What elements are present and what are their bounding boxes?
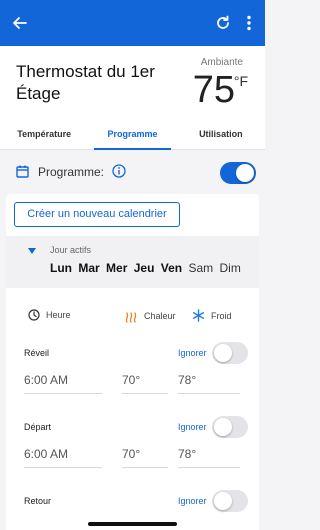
cool-setpoint-field[interactable]: 78° [178,372,240,394]
schedule-card: Créer un nouveau calendrier Jour actifs … [6,194,259,530]
ignore-toggle[interactable] [212,490,248,512]
snowflake-icon [192,309,205,322]
toggle-knob [236,164,254,182]
legend-time-label: Heure [46,310,71,320]
tab-bar: Température Programme Utilisation [0,120,265,150]
ignore-link[interactable]: Ignorer [178,348,207,358]
ignore-toggle[interactable] [212,342,248,364]
app-bar [0,0,265,46]
tab-temperature[interactable]: Température [0,120,88,149]
ignore-link[interactable]: Ignorer [178,496,207,506]
page-title: Thermostat du 1er Étage [16,62,155,103]
toggle-knob [214,344,232,362]
heat-setpoint-field[interactable]: 70° [122,372,168,394]
day-mer[interactable]: Mer [106,261,127,275]
day-mar[interactable]: Mar [78,261,99,275]
arrow-left-icon[interactable] [10,13,30,33]
ambient-unit: °F [233,73,248,89]
info-icon[interactable] [112,164,126,178]
thermostat-header: Thermostat du 1er Étage Ambiante 75 °F [0,46,265,120]
legend-heat: Chaleur [124,309,176,323]
ambient-temperature: 75 [192,69,235,111]
days-list: Lun Mar Mer Jeu Ven Sam Dim [50,261,244,275]
time-field[interactable]: 6:00 AM [24,446,102,468]
period-name: Réveil [24,348,50,358]
toggle-knob [214,492,232,510]
programme-row: Programme: [0,151,265,194]
home-indicator [88,522,177,526]
ignore-link[interactable]: Ignorer [178,422,207,432]
cool-setpoint-field[interactable]: 78° [178,446,240,468]
column-legend: Heure Chaleur Froid [6,307,259,327]
time-field[interactable]: 6:00 AM [24,372,102,394]
programme-toggle[interactable] [220,162,256,184]
caret-down-icon[interactable] [28,248,36,254]
legend-time: Heure [28,309,71,321]
more-vertical-icon[interactable] [243,13,255,33]
heat-setpoint-field[interactable]: 70° [122,446,168,468]
day-sam[interactable]: Sam [188,261,213,275]
legend-cool-label: Froid [211,310,232,321]
day-ven[interactable]: Ven [161,261,182,275]
period-name: Départ [24,422,52,432]
legend-cool: Froid [192,309,232,322]
ambient-label: Ambiante [200,57,243,68]
period-name: Retour [24,496,52,506]
ignore-toggle[interactable] [212,416,248,438]
clock-icon [28,309,40,321]
programme-label: Programme: [38,165,105,179]
day-dim[interactable]: Dim [219,261,240,275]
toggle-knob [214,418,232,436]
day-jeu[interactable]: Jeu [134,261,155,275]
tab-programme[interactable]: Programme [88,120,176,150]
legend-heat-label: Chaleur [144,311,176,321]
tab-utilisation[interactable]: Utilisation [177,120,265,149]
refresh-icon[interactable] [213,13,233,33]
create-calendar-button[interactable]: Créer un nouveau calendrier [14,202,180,227]
active-days-panel: Jour actifs Lun Mar Mer Jeu Ven Sam Dim [6,236,259,288]
active-days-label: Jour actifs [50,245,92,255]
heat-icon [125,312,137,323]
calendar-icon [16,165,29,178]
day-lun[interactable]: Lun [50,261,72,275]
